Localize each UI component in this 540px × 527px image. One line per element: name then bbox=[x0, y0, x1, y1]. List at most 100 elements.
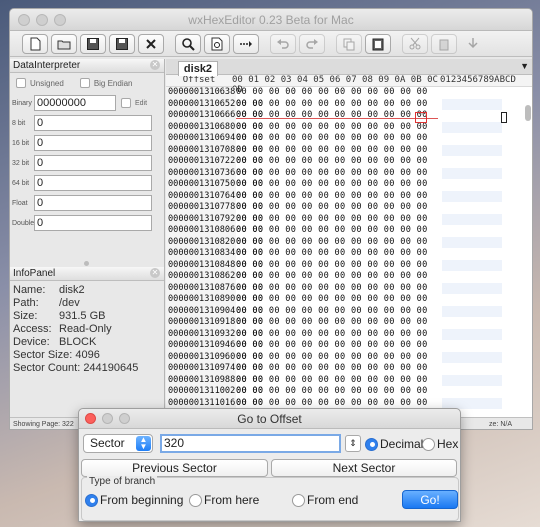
tab-dropdown-icon[interactable]: ▼ bbox=[520, 61, 529, 71]
from-end-option[interactable]: From end bbox=[292, 493, 358, 507]
hex-row[interactable]: 0000001310722 00 00 00 00 00 00 00 00 00 … bbox=[166, 156, 532, 178]
dialog-close-button[interactable] bbox=[85, 413, 96, 424]
row-bytes[interactable]: 00 00 00 00 00 00 00 00 00 00 00 00 00 0… bbox=[236, 168, 442, 190]
edit-checkbox[interactable] bbox=[121, 98, 131, 108]
row-ascii[interactable] bbox=[442, 190, 502, 202]
hex-row[interactable]: 0000001310918 00 00 00 00 00 00 00 00 00 … bbox=[166, 317, 532, 339]
row-bytes[interactable]: 00 00 00 00 00 00 00 00 00 00 00 00 00 0… bbox=[236, 329, 442, 351]
decimal-radio[interactable] bbox=[365, 437, 378, 451]
tab-disk2[interactable]: disk2 bbox=[178, 61, 218, 76]
row-bytes[interactable]: 00 00 00 00 00 00 00 00 00 00 00 00 00 0… bbox=[236, 386, 442, 408]
row-bytes[interactable]: 00 00 00 00 00 00 00 00 00 00 00 00 00 0… bbox=[236, 317, 442, 339]
row-ascii[interactable] bbox=[442, 374, 502, 386]
row-bytes[interactable]: 00 00 00 00 00 00 00 00 00 00 00 00 00 0… bbox=[236, 375, 442, 397]
undo-button[interactable] bbox=[270, 33, 296, 54]
row-ascii[interactable] bbox=[442, 282, 502, 294]
paste-button[interactable] bbox=[365, 33, 391, 54]
from-here-option[interactable]: From here bbox=[189, 493, 259, 507]
cut-button[interactable] bbox=[402, 33, 428, 54]
scroll-thumb[interactable] bbox=[525, 105, 531, 121]
16bit-field[interactable]: 0 bbox=[34, 135, 152, 151]
hex-row[interactable]: 0000001310876 00 00 00 00 00 00 00 00 00 … bbox=[166, 282, 532, 304]
hex-row[interactable]: 0000001310750 00 00 00 00 00 00 00 00 00 … bbox=[166, 179, 532, 201]
insert-button[interactable] bbox=[460, 34, 486, 54]
row-bytes[interactable]: 00 00 00 00 00 00 00 00 00 00 00 00 00 0… bbox=[236, 99, 442, 121]
row-bytes[interactable]: 00 00 00 00 00 00 00 00 00 00 00 00 00 0… bbox=[236, 202, 442, 224]
row-ascii[interactable] bbox=[442, 213, 502, 225]
dialog-title-bar[interactable]: Go to Offset bbox=[79, 409, 460, 429]
go-button[interactable]: Go! bbox=[402, 490, 458, 509]
previous-sector-button[interactable]: Previous Sector bbox=[81, 459, 268, 477]
from-end-radio[interactable] bbox=[292, 493, 305, 507]
hex-row[interactable]: 0000001310848 00 00 00 00 00 00 00 00 00 … bbox=[166, 259, 532, 282]
decimal-option[interactable]: Decimal bbox=[365, 437, 423, 451]
row-ascii[interactable] bbox=[442, 110, 502, 122]
hex-row[interactable]: 0000001310946 00 00 00 00 00 00 00 00 00 … bbox=[166, 340, 532, 362]
hex-row[interactable]: 0000001310708 00 00 00 00 00 00 00 00 00 … bbox=[166, 144, 532, 166]
row-ascii[interactable] bbox=[442, 121, 502, 133]
hex-row[interactable]: 0000001310890 00 00 00 00 00 00 00 00 00 … bbox=[166, 294, 532, 316]
panel-splitter-handle[interactable] bbox=[84, 261, 89, 266]
row-ascii[interactable] bbox=[442, 386, 502, 398]
dialog-zoom-button[interactable] bbox=[119, 413, 130, 424]
vertical-scrollbar[interactable] bbox=[525, 89, 531, 409]
row-ascii[interactable] bbox=[442, 87, 502, 99]
64bit-field[interactable]: 0 bbox=[34, 175, 152, 191]
hex-row[interactable]: 0000001311002 00 00 00 00 00 00 00 00 00 … bbox=[166, 386, 532, 408]
goto-offset-button[interactable] bbox=[233, 33, 259, 54]
row-ascii[interactable] bbox=[442, 305, 502, 317]
hex-row[interactable]: 0000001310960 00 00 00 00 00 00 00 00 00 … bbox=[166, 351, 532, 374]
save-button[interactable] bbox=[80, 33, 106, 54]
dialog-minimize-button[interactable] bbox=[102, 413, 113, 424]
hex-row[interactable]: 0000001310834 00 00 00 00 00 00 00 00 00 … bbox=[166, 248, 532, 270]
row-bytes[interactable]: 00 00 00 00 00 00 00 00 00 00 00 00 00 0… bbox=[236, 340, 442, 362]
hex-row[interactable]: 0000001310652 00 00 00 00 00 00 00 00 00 … bbox=[166, 98, 532, 121]
hex-row[interactable]: 0000001310764 00 00 00 00 00 00 00 00 00 … bbox=[166, 190, 532, 212]
hex-row[interactable]: 0000001310806 00 00 00 00 00 00 00 00 00 … bbox=[166, 225, 532, 247]
delete-button[interactable] bbox=[431, 33, 457, 54]
row-ascii[interactable] bbox=[442, 225, 502, 237]
binary-field[interactable]: 00000000 bbox=[34, 95, 116, 111]
hex-row[interactable]: 0000001310694 00 00 00 00 00 00 00 00 00 … bbox=[166, 133, 532, 155]
hex-row[interactable]: 0000001310974 00 00 00 00 00 00 00 00 00 … bbox=[166, 363, 532, 385]
close-panel-icon[interactable]: ✕ bbox=[150, 60, 160, 70]
hex-row[interactable]: 0000001310988 00 00 00 00 00 00 00 00 00 … bbox=[166, 374, 532, 397]
from-beginning-radio[interactable] bbox=[85, 493, 98, 507]
double-field[interactable]: 0 bbox=[34, 215, 152, 231]
row-bytes[interactable]: 00 00 00 00 00 00 00 00 00 00 00 00 00 0… bbox=[236, 363, 442, 385]
row-bytes[interactable]: 00 00 00 00 00 00 00 00 00 00 00 00 00 0… bbox=[236, 133, 442, 155]
row-ascii[interactable] bbox=[442, 294, 502, 306]
hex-row[interactable]: 0000001310638 00 00 00 00 00 00 00 00 00 … bbox=[166, 87, 532, 109]
row-bytes[interactable]: 00 00 00 00 00 00 00 00 00 00 00 00 00 0… bbox=[236, 110, 442, 132]
hex-row[interactable]: 0000001310666 00 00 00 00 00 00 00 00 00 … bbox=[166, 110, 532, 132]
hex-row[interactable]: 0000001310792 00 00 00 00 00 00 00 00 00 … bbox=[166, 213, 532, 236]
row-bytes[interactable]: 00 00 00 00 00 00 00 00 00 00 00 00 00 0… bbox=[236, 260, 442, 282]
copy-button[interactable] bbox=[336, 33, 362, 54]
hex-row[interactable]: 0000001310820 00 00 00 00 00 00 00 00 00 … bbox=[166, 236, 532, 258]
hex-row[interactable]: 0000001310862 00 00 00 00 00 00 00 00 00 … bbox=[166, 271, 532, 293]
8bit-field[interactable]: 0 bbox=[34, 115, 152, 131]
new-file-button[interactable] bbox=[22, 33, 48, 54]
row-bytes[interactable]: 00 00 00 00 00 00 00 00 00 00 00 00 00 0… bbox=[236, 156, 442, 178]
hex-row[interactable]: 0000001310932 00 00 00 00 00 00 00 00 00 … bbox=[166, 328, 532, 351]
find-replace-button[interactable] bbox=[204, 33, 230, 54]
row-ascii[interactable] bbox=[442, 317, 502, 329]
save-as-button[interactable] bbox=[109, 33, 135, 54]
row-ascii[interactable] bbox=[442, 133, 502, 145]
hex-row[interactable]: 0000001310778 00 00 00 00 00 00 00 00 00 … bbox=[166, 202, 532, 224]
row-bytes[interactable]: 00 00 00 00 00 00 00 00 00 00 00 00 00 0… bbox=[236, 248, 442, 270]
row-bytes[interactable]: 00 00 00 00 00 00 00 00 00 00 00 00 00 0… bbox=[236, 352, 442, 374]
row-ascii[interactable] bbox=[442, 144, 502, 156]
hex-row[interactable]: 0000001310680 00 00 00 00 00 00 00 00 00 … bbox=[166, 121, 532, 144]
offset-stepper[interactable]: ⇕ bbox=[345, 435, 361, 452]
row-ascii[interactable] bbox=[442, 340, 502, 352]
open-file-button[interactable] bbox=[51, 33, 77, 54]
offset-input[interactable]: 320 bbox=[160, 434, 341, 453]
row-bytes[interactable]: 00 00 00 00 00 00 00 00 00 00 00 00 00 0… bbox=[236, 214, 442, 236]
row-ascii[interactable] bbox=[442, 259, 502, 271]
title-bar[interactable]: wxHexEditor 0.23 Beta for Mac bbox=[10, 9, 532, 31]
row-bytes[interactable]: 00 00 00 00 00 00 00 00 00 00 00 00 00 0… bbox=[236, 122, 442, 144]
next-sector-button[interactable]: Next Sector bbox=[271, 459, 457, 477]
hex-radio[interactable] bbox=[422, 437, 435, 451]
row-ascii[interactable] bbox=[442, 167, 502, 179]
